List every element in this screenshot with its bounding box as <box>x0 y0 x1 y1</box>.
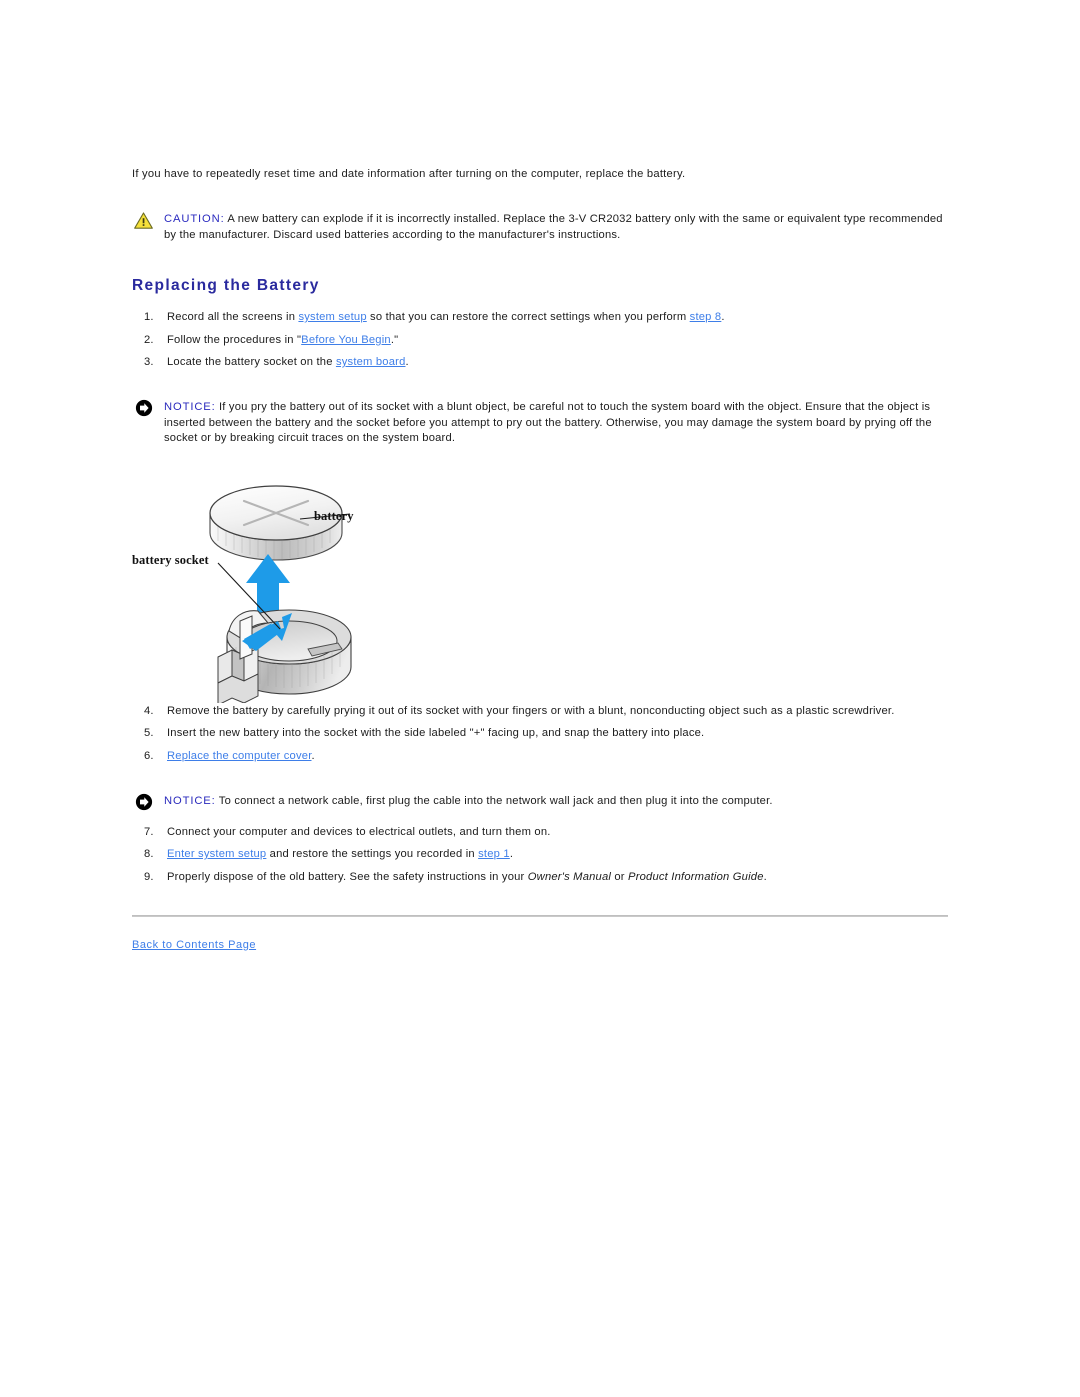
step-text: Record all the screens in <box>167 311 299 324</box>
notice-arrow-icon <box>135 399 153 417</box>
step-text: so that you can restore the correct sett… <box>366 311 690 324</box>
step-text: ." <box>390 333 399 346</box>
steps-list-after: 7. Connect your computer and devices to e… <box>132 824 948 885</box>
caution-keyword: CAUTION: <box>164 213 225 225</box>
step-link[interactable]: Before You Begin <box>301 334 391 346</box>
step-text: . <box>311 749 315 762</box>
step-item: 6. Replace the computer cover. <box>132 748 948 764</box>
step-item: 4. Remove the battery by carefully prying… <box>132 703 948 719</box>
notice-block-network: NOTICE: To connect a network cable, firs… <box>132 793 948 811</box>
step-text: Properly dispose of the old battery. See… <box>167 870 528 883</box>
notice-text: If you pry the battery out of its socket… <box>164 401 932 445</box>
back-to-contents-link[interactable]: Back to Contents Page <box>132 939 256 951</box>
step-link[interactable]: system board <box>336 356 406 368</box>
step-link[interactable]: step 8 <box>690 311 722 323</box>
steps-list-middle: 4. Remove the battery by carefully prying… <box>132 703 948 764</box>
step-text: Insert the new battery into the socket w… <box>167 727 705 740</box>
notice-keyword: NOTICE: <box>164 401 216 414</box>
step-link[interactable]: Replace the computer cover <box>167 750 312 762</box>
step-item: 5. Insert the new battery into the socket… <box>132 725 948 741</box>
notice-text: To connect a network cable, first plug t… <box>215 794 773 807</box>
document-content: If you have to repeatedly reset time and… <box>132 160 948 953</box>
battery-removal-diagram: battery battery socket <box>132 471 462 706</box>
step-text: . <box>763 870 767 883</box>
step-number: 8. <box>144 848 154 861</box>
step-item: 3. Locate the battery socket on the syste… <box>132 354 948 370</box>
step-text: Locate the battery socket on the <box>167 356 336 369</box>
step-text: or <box>611 870 629 883</box>
warning-triangle-icon <box>134 212 153 229</box>
step-number: 7. <box>144 825 154 838</box>
figure-label-battery: battery <box>314 508 354 523</box>
step-number: 9. <box>144 870 154 883</box>
footer-divider <box>132 914 948 917</box>
notice-arrow-icon <box>135 793 153 811</box>
step-number: 1. <box>144 311 154 324</box>
step-text: . <box>509 848 514 861</box>
step-text: and restore the settings you recorded in <box>266 848 479 861</box>
step-number: 2. <box>144 333 154 346</box>
step-link[interactable]: Enter system setup <box>167 848 266 860</box>
caution-text: A new battery can explode if it is incor… <box>164 213 943 241</box>
step-item: 1. Record all the screens in system setup… <box>132 309 948 325</box>
caution-block: CAUTION: A new battery can explode if it… <box>132 212 948 243</box>
page-title: Replacing the Battery <box>132 277 320 295</box>
step-text: Remove the battery by carefully prying i… <box>167 704 895 717</box>
document-page: If you have to repeatedly reset time and… <box>0 0 1080 1397</box>
battery-diagram-svg <box>209 485 352 706</box>
battery-up-arrow-icon <box>246 553 290 617</box>
publication-title: Product Information Guide <box>628 870 764 883</box>
notice-block-pry: NOTICE: If you pry the battery out of it… <box>132 400 948 447</box>
step-number: 5. <box>144 727 154 740</box>
step-number: 3. <box>144 356 154 369</box>
step-text: . <box>405 356 409 369</box>
intro-paragraph: If you have to repeatedly reset time and… <box>132 168 686 180</box>
publication-title: Owner's Manual <box>527 870 612 883</box>
step-item: 9. Properly dispose of the old battery. S… <box>132 869 948 885</box>
step-text: Follow the procedures in " <box>167 333 302 346</box>
step-item: 8. Enter system setup and restore the set… <box>132 846 948 862</box>
step-link[interactable]: step 1 <box>478 848 510 860</box>
step-number: 4. <box>144 704 154 717</box>
steps-list-before: 1. Record all the screens in system setup… <box>132 309 948 370</box>
figure-label-battery-socket: battery socket <box>132 552 209 567</box>
step-item: 2. Follow the procedures in "Before You B… <box>132 332 948 348</box>
step-text: Connect your computer and devices to ele… <box>167 825 551 838</box>
step-number: 6. <box>144 749 154 762</box>
step-link[interactable]: system setup <box>298 311 366 323</box>
step-item: 7. Connect your computer and devices to e… <box>132 824 948 840</box>
step-text: . <box>721 311 725 324</box>
notice-keyword: NOTICE: <box>164 794 216 807</box>
